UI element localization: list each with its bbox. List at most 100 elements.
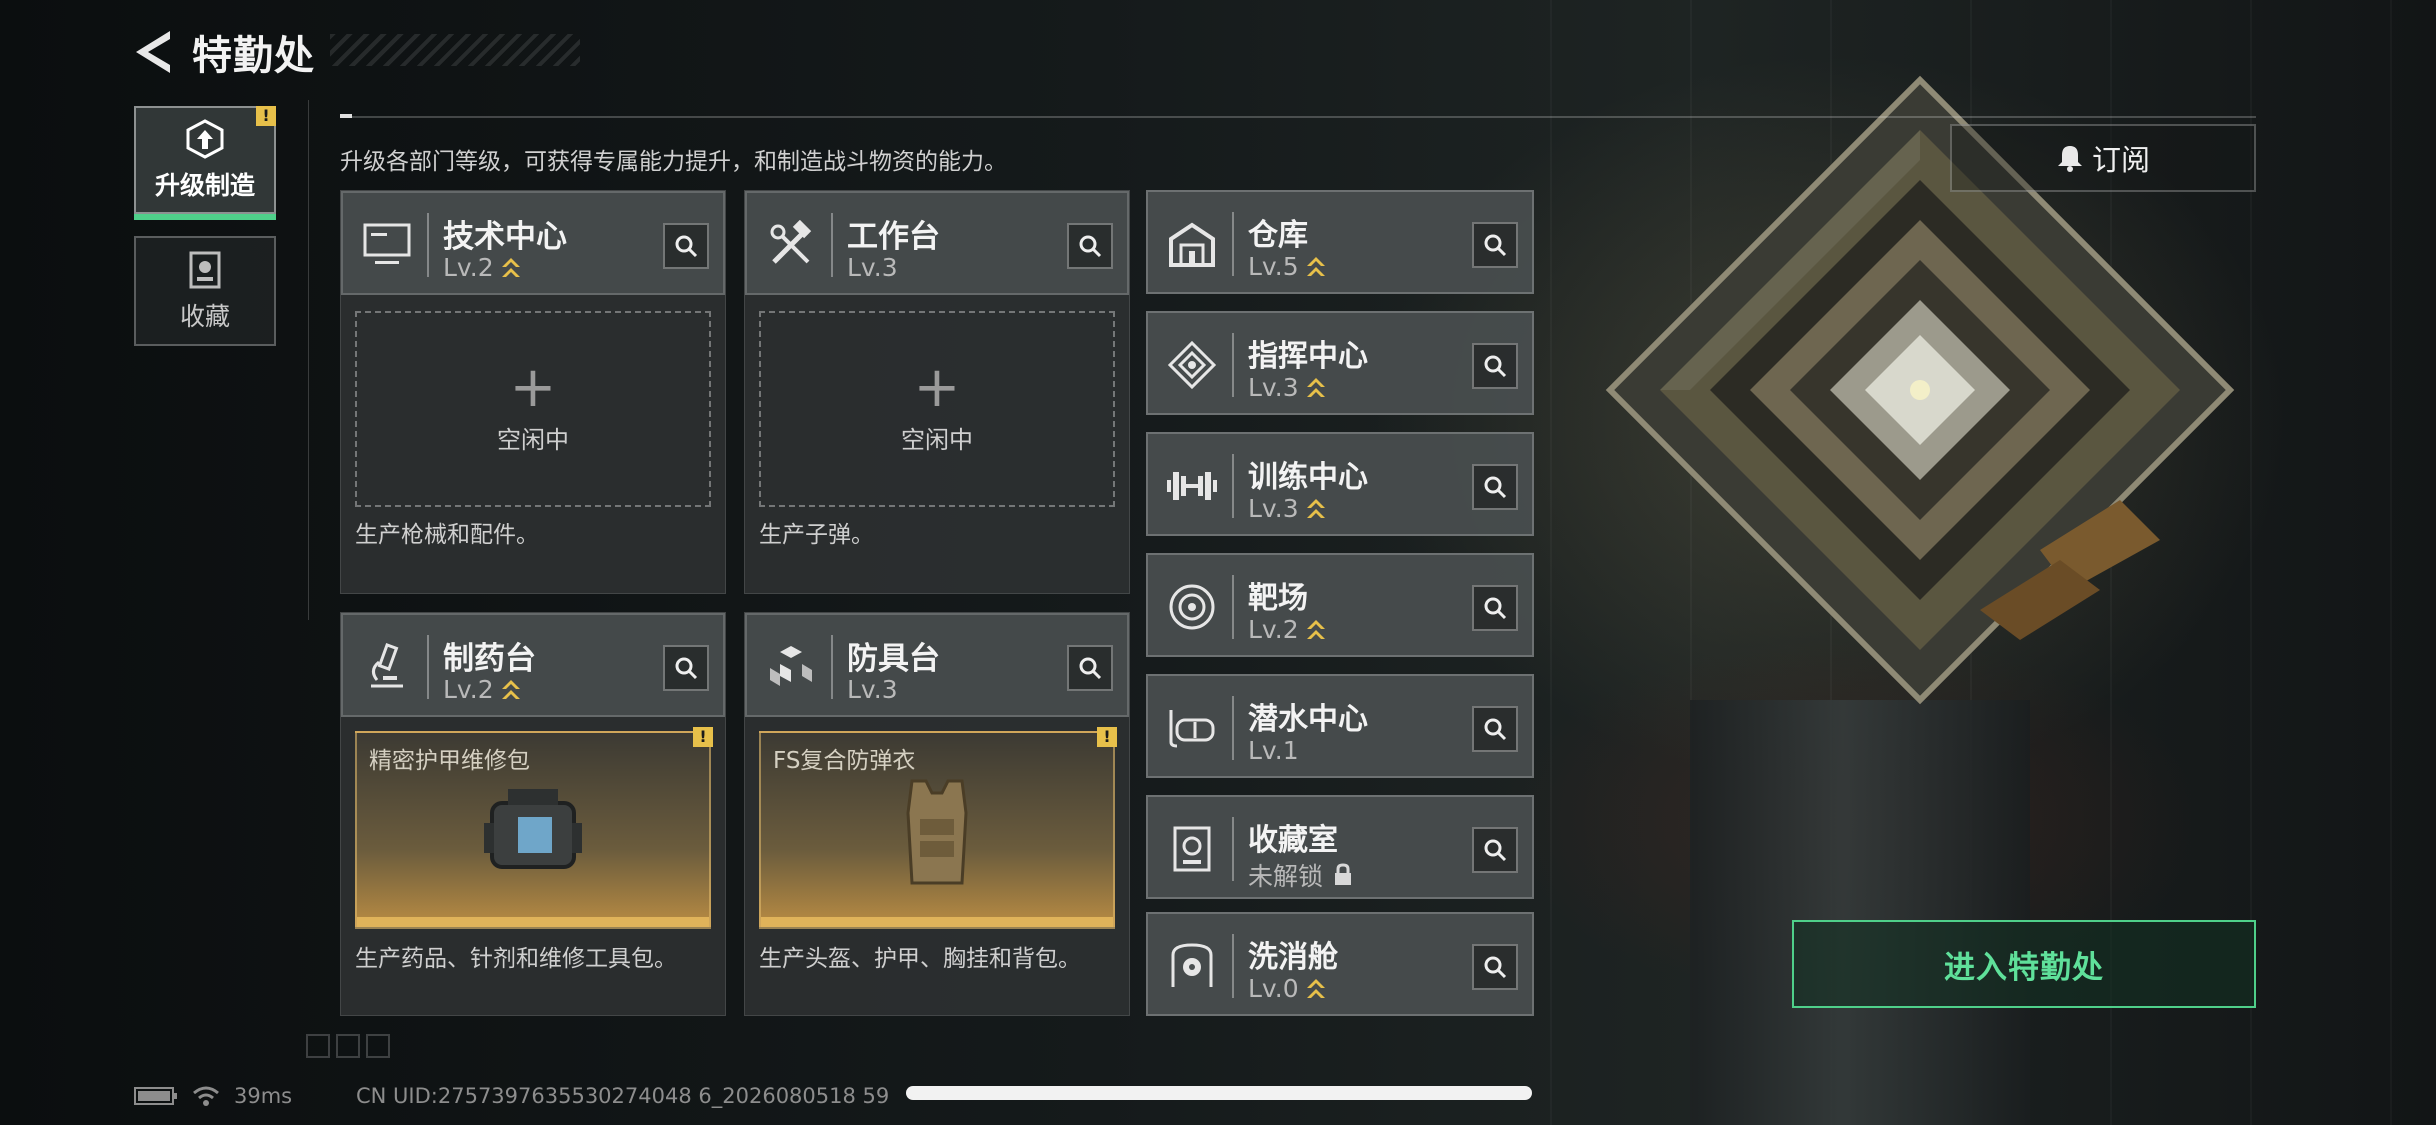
pharmacy-level: Lv.2 (443, 675, 522, 704)
tech-center-search-button[interactable] (663, 223, 709, 269)
armor-bench-header[interactable]: 防具台 Lv.3 (745, 613, 1129, 717)
background-pillar (1690, 700, 2030, 1125)
back-button[interactable] (132, 27, 176, 77)
search-icon (1484, 234, 1507, 257)
rank-up-icon (1305, 255, 1327, 279)
wifi-icon (193, 1086, 219, 1106)
search-icon (675, 657, 698, 680)
header-separator (1232, 817, 1234, 881)
search-icon (1484, 956, 1507, 979)
vertical-guide-line (308, 100, 309, 620)
warehouse-icon (1162, 214, 1222, 274)
rank-up-icon (1305, 977, 1327, 1001)
facility-level: 未解锁 (1248, 857, 1353, 893)
bell-icon (2057, 146, 2082, 172)
facility-level-text: 未解锁 (1248, 862, 1324, 891)
tech-center-level: Lv.2 (443, 253, 522, 282)
collection-icon (189, 251, 221, 289)
facility-name: 靶场 (1248, 581, 1308, 616)
tools-icon (761, 215, 821, 275)
workbench-idle-slot[interactable]: + 空闲中 (759, 311, 1115, 507)
microscope-icon (357, 637, 417, 697)
tech-center-idle-slot[interactable]: + 空闲中 (355, 311, 711, 507)
facility-search-button[interactable] (1472, 944, 1518, 990)
subscribe-button[interactable]: 订阅 (1950, 124, 2256, 192)
tech-center-header[interactable]: 技术中心 Lv.2 (341, 191, 725, 295)
header-separator (1232, 934, 1234, 998)
workbench-header[interactable]: 工作台 Lv.3 (745, 191, 1129, 295)
back-arrow-icon (136, 31, 170, 73)
facility-shooting-range[interactable]: 靶场 Lv.2 (1146, 553, 1534, 657)
facility-search-button[interactable] (1472, 464, 1518, 510)
facility-level: Lv.2 (1248, 615, 1327, 644)
armor-crafting-item[interactable]: FS复合防弹衣 (759, 731, 1115, 929)
armor-boxes-icon (761, 637, 821, 697)
facility-search-button[interactable] (1472, 222, 1518, 268)
header-separator (1232, 575, 1234, 639)
facility-level-text: Lv.3 (1248, 373, 1299, 402)
header-separator (427, 213, 429, 277)
facility-warehouse[interactable]: 仓库 Lv.5 (1146, 190, 1534, 294)
search-icon (1079, 235, 1102, 258)
idle-status: 空闲中 (497, 425, 569, 454)
header-separator (1232, 696, 1234, 760)
crafting-item-name: FS复合防弹衣 (773, 748, 916, 774)
armor-bench-description: 生产头盔、护甲、胸挂和背包。 (759, 946, 1081, 972)
header-separator (1232, 333, 1234, 397)
active-tab-indicator (134, 214, 276, 220)
tech-center-description: 生产枪械和配件。 (355, 522, 539, 548)
pharmacy-name: 制药台 (443, 641, 536, 677)
workbench-description: 生产子弹。 (759, 522, 874, 548)
facility-level-text: Lv.5 (1248, 252, 1299, 281)
search-icon (1484, 476, 1507, 499)
enter-special-ops-button[interactable]: 进入特勤处 (1792, 920, 2256, 1008)
facility-search-button[interactable] (1472, 706, 1518, 752)
tab-upgrade-craft[interactable]: 升级制造 (134, 106, 276, 214)
facility-decontamination-chamber[interactable]: 洗消舱 Lv.0 (1146, 912, 1534, 1016)
tab-upgrade-craft-label: 升级制造 (154, 171, 255, 200)
pharmacy-level-text: Lv.2 (443, 675, 494, 704)
tab-collection[interactable]: 收藏 (134, 236, 276, 346)
home-indicator[interactable] (906, 1086, 1532, 1100)
facility-level: Lv.3 (1248, 494, 1327, 523)
workbench-level-text: Lv.3 (847, 253, 898, 282)
battery-icon (134, 1087, 177, 1105)
facility-name: 洗消舱 (1248, 940, 1338, 975)
search-icon (1484, 597, 1507, 620)
facility-command-center[interactable]: 指挥中心 Lv.3 (1146, 311, 1534, 415)
armor-bench-level: Lv.3 (847, 675, 898, 704)
title-hatch-decoration (330, 34, 580, 66)
facility-collection-room[interactable]: 收藏室 未解锁 (1146, 795, 1534, 899)
armor-bench-search-button[interactable] (1067, 645, 1113, 691)
crafting-progress-bar (357, 917, 709, 927)
pharmacy-search-button[interactable] (663, 645, 709, 691)
facility-training-center[interactable]: 训练中心 Lv.3 (1146, 432, 1534, 536)
search-icon (1484, 839, 1507, 862)
facility-search-button[interactable] (1472, 827, 1518, 873)
armor-bench-name: 防具台 (847, 641, 940, 677)
idle-status: 空闲中 (901, 425, 973, 454)
facility-level-text: Lv.1 (1248, 736, 1299, 765)
rank-up-icon (500, 256, 522, 280)
crafting-item-name: 精密护甲维修包 (369, 748, 530, 774)
facility-level: Lv.5 (1248, 252, 1327, 281)
facility-name: 仓库 (1248, 218, 1308, 253)
pharmacy-header[interactable]: 制药台 Lv.2 (341, 613, 725, 717)
facility-search-button[interactable] (1472, 585, 1518, 631)
facility-search-button[interactable] (1472, 343, 1518, 389)
facility-level-text: Lv.2 (1248, 615, 1299, 644)
rank-up-icon (1305, 497, 1327, 521)
tab-alert-badge: ! (256, 106, 276, 126)
page-subtitle: 升级各部门等级，可获得专属能力提升，和制造战斗物资的能力。 (340, 149, 1007, 175)
pharmacy-crafting-item[interactable]: 精密护甲维修包 (355, 731, 711, 929)
panel-tech-center: 技术中心 Lv.2 + 空闲中 生产枪械和配件。 (340, 190, 726, 594)
pharmacy-description: 生产药品、针剂和维修工具包。 (355, 946, 677, 972)
top-divider-marker (340, 114, 352, 118)
tech-center-level-text: Lv.2 (443, 253, 494, 282)
header-separator (831, 213, 833, 277)
upgrade-craft-icon (186, 119, 224, 159)
rank-up-icon (1305, 376, 1327, 400)
workbench-search-button[interactable] (1067, 223, 1113, 269)
facility-diving-center[interactable]: 潜水中心 Lv.1 (1146, 674, 1534, 778)
facility-level-text: Lv.0 (1248, 974, 1299, 1003)
